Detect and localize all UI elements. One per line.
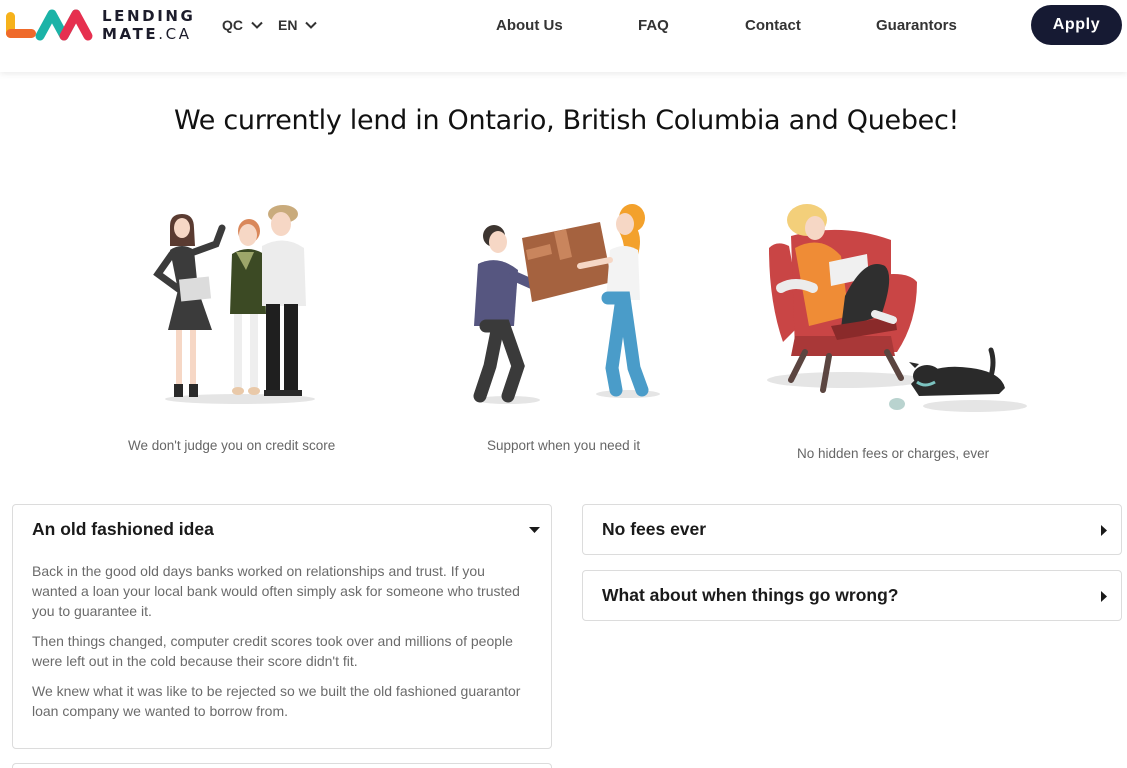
feature-caption: We don't judge you on credit score [128, 438, 336, 453]
caret-right-icon[interactable] [1101, 591, 1108, 602]
accordion-title[interactable]: An old fashioned idea [32, 519, 214, 540]
page-headline: We currently lend in Ontario, British Co… [173, 105, 960, 136]
logo-word-mate: MATE [102, 25, 159, 43]
language-selector[interactable]: EN [278, 17, 318, 33]
feature-caption: No hidden fees or charges, ever [797, 446, 990, 461]
language-selector-label: EN [278, 17, 298, 33]
chevron-down-icon [251, 21, 263, 29]
nav-about-us[interactable]: About Us [496, 17, 563, 34]
accordion-paragraph: We knew what it was like to be rejected … [32, 683, 521, 719]
logo-word-tld: .CA [158, 25, 192, 43]
chevron-down-icon [305, 21, 318, 29]
caret-down-icon[interactable] [529, 527, 540, 534]
accordion-body: Back in the good old days banks worked o… [32, 561, 532, 731]
region-selector[interactable]: QC [222, 17, 263, 33]
accordion-things-go-wrong[interactable]: What about when things go wrong? [582, 570, 1122, 621]
logo-wordmark: LENDING MATE.CA [102, 7, 195, 43]
nav-guarantors[interactable]: Guarantors [876, 17, 957, 34]
accordion-paragraph: Back in the good old days banks worked o… [32, 563, 520, 619]
feature-caption: Support when you need it [487, 438, 641, 453]
caret-right-icon[interactable] [1101, 525, 1108, 536]
lendingmate-logo[interactable]: LENDING MATE.CA [6, 6, 196, 46]
accordion-paragraph: Then things changed, computer credit sco… [32, 633, 513, 669]
apply-button[interactable]: Apply [1031, 5, 1122, 45]
site-header: LENDING MATE.CA QC EN About Us FAQ Conta… [0, 0, 1127, 72]
accordion-next[interactable] [12, 763, 552, 768]
nav-contact[interactable]: Contact [745, 17, 801, 34]
logo-mark-icon [6, 9, 93, 41]
accordion-title[interactable]: No fees ever [602, 519, 706, 540]
accordion-title[interactable]: What about when things go wrong? [602, 585, 898, 606]
people-illustration [153, 205, 315, 404]
moving-box-illustration [473, 204, 660, 404]
accordion-old-fashioned-idea: An old fashioned idea Back in the good o… [12, 504, 552, 749]
region-selector-label: QC [222, 17, 243, 33]
accordion-no-fees-ever[interactable]: No fees ever [582, 504, 1122, 555]
armchair-reading-illustration [767, 204, 1027, 412]
nav-faq[interactable]: FAQ [638, 17, 669, 34]
logo-word-lending: LENDING [102, 7, 196, 25]
